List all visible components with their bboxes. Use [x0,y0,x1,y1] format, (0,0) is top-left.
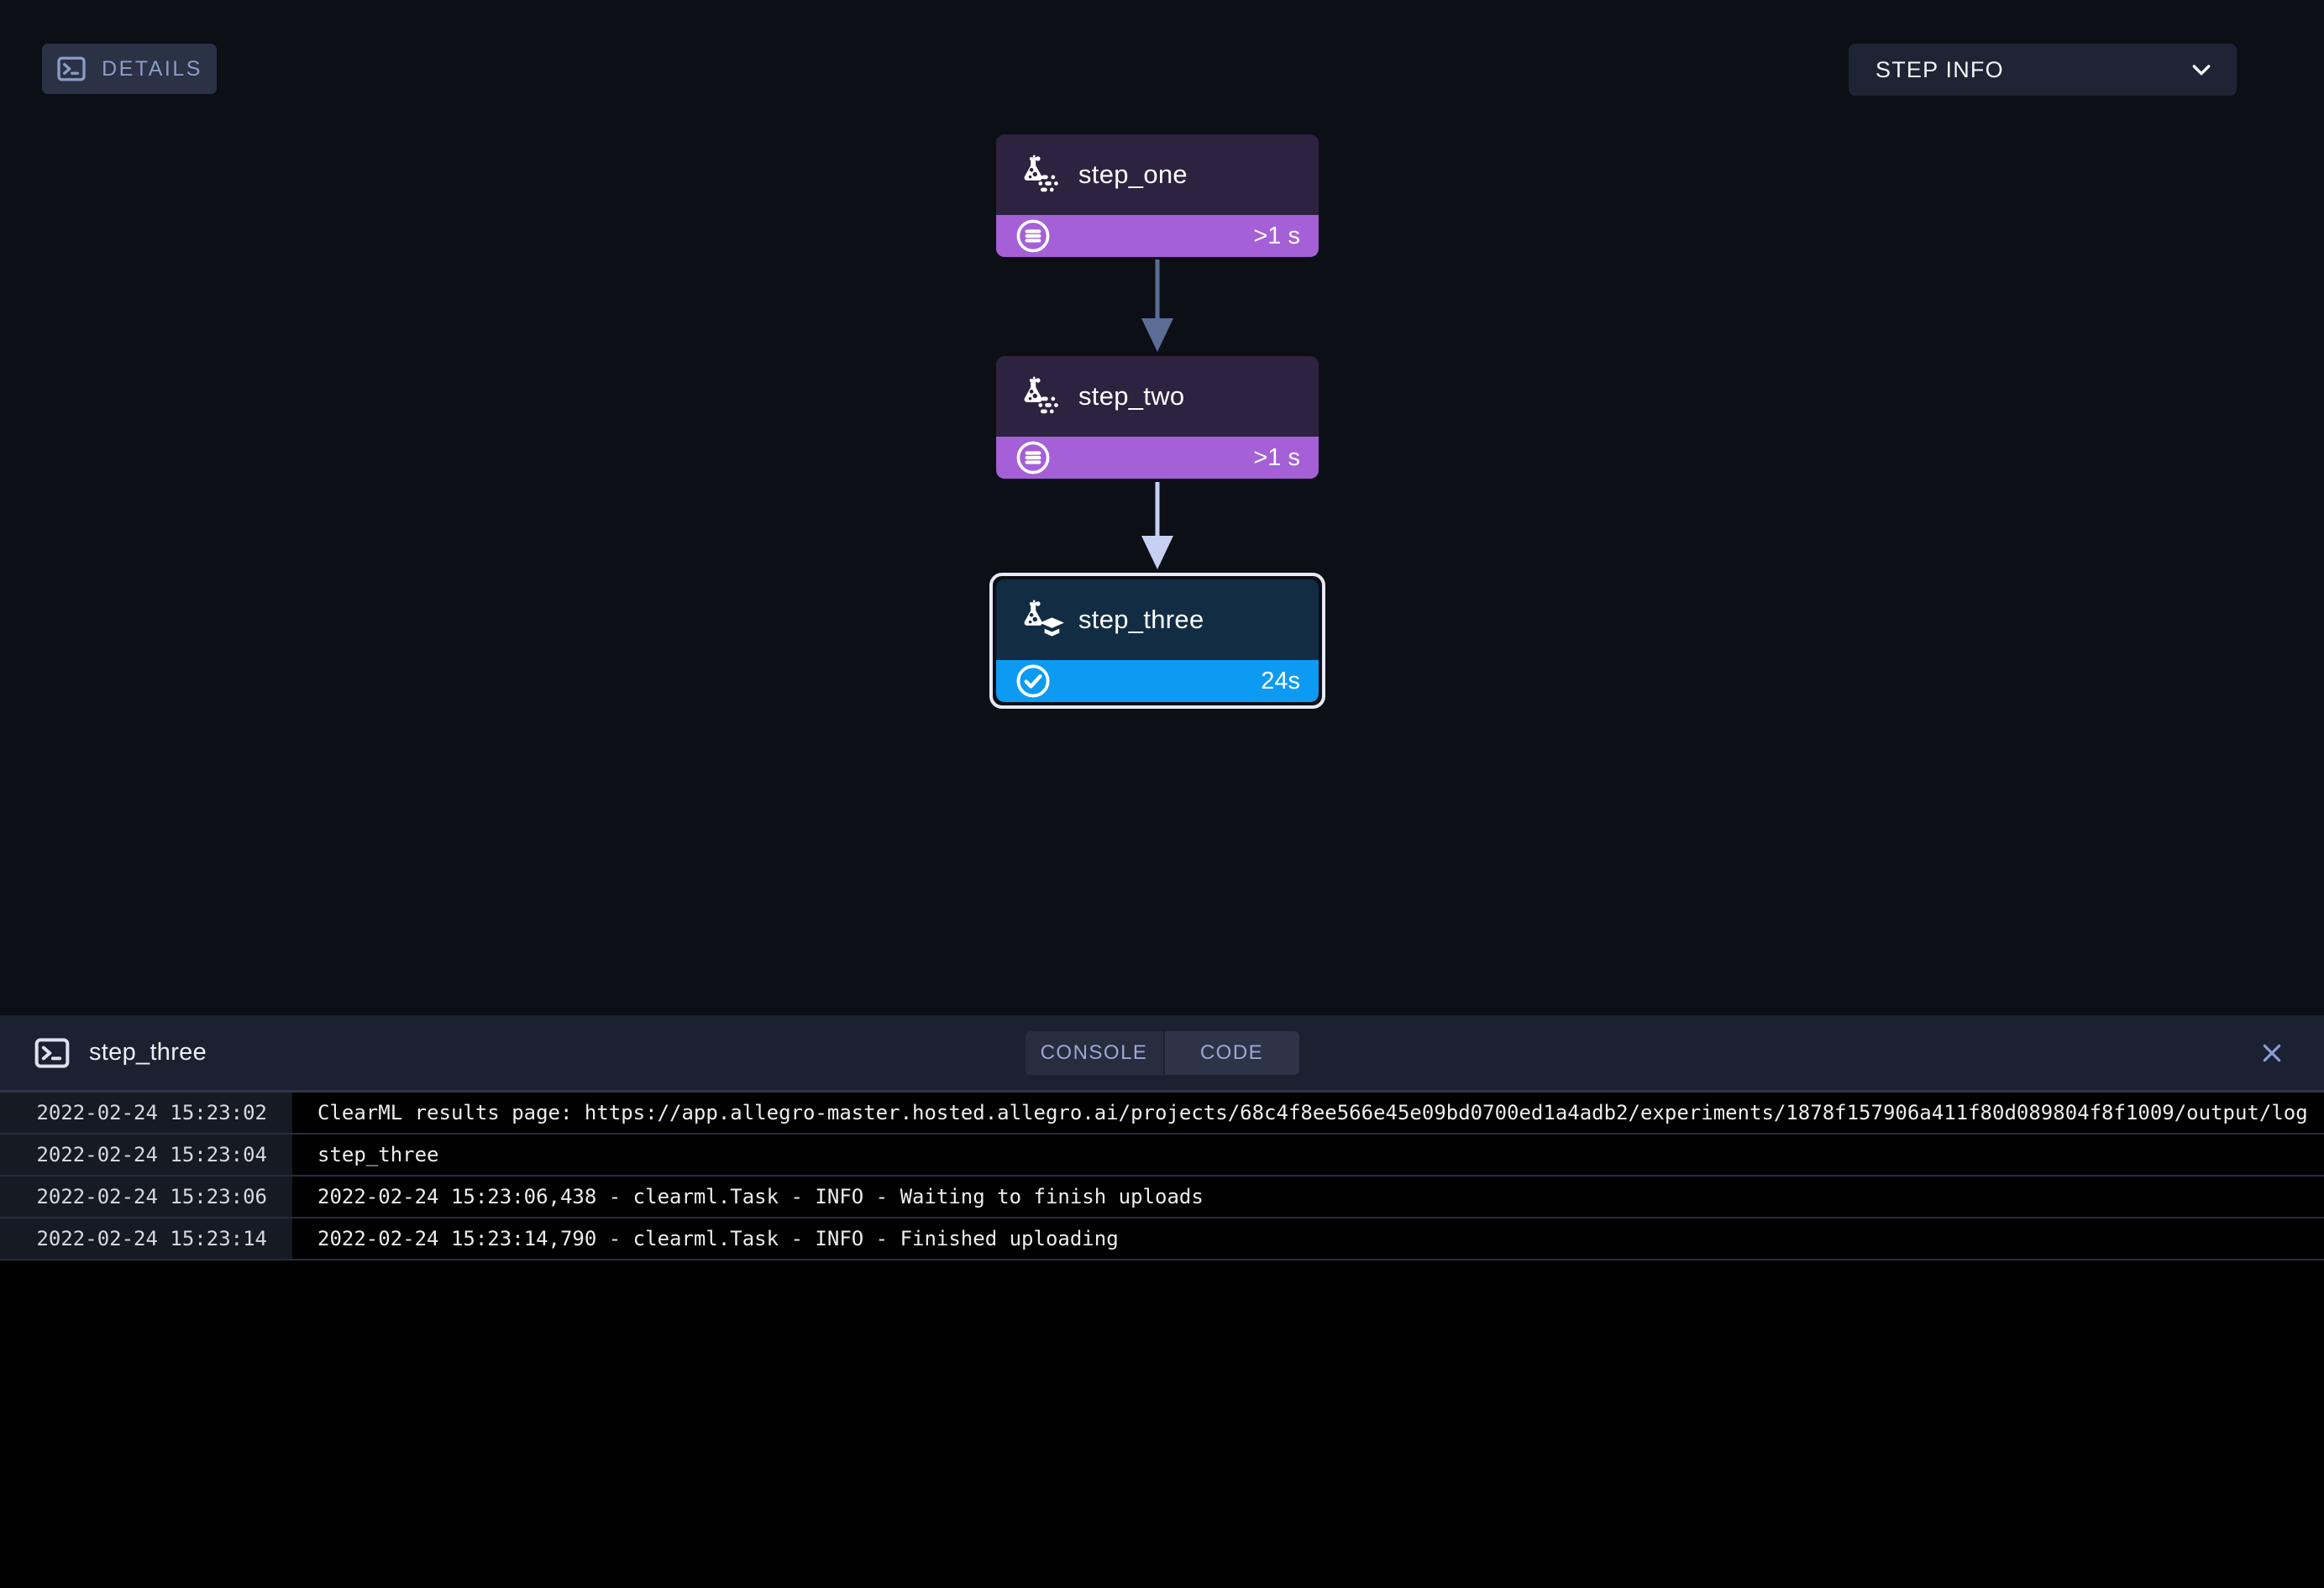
chevron-down-icon [2188,56,2215,83]
terminal-icon [56,54,87,84]
step-details-panel: step_three CONSOLE CODE 2022-02-24 15:23… [0,1015,2324,1588]
node-status-bar: >1 s [996,437,1319,479]
details-button-label: DETAILS [102,57,202,81]
tab-code[interactable]: CODE [1165,1031,1299,1075]
panel-title: step_three [89,1039,207,1067]
pipeline-page: DETAILS STEP INFO step_one [0,0,2324,1588]
experiment-flask-icon [1016,376,1065,417]
node-header: step_two [996,356,1319,437]
log-message: ClearML results page: https://app.allegr… [292,1093,2324,1133]
log-timestamp: 2022-02-24 15:23:06 [0,1177,292,1217]
node-duration: >1 s [1253,223,1300,250]
console-row: 2022-02-24 15:23:02 ClearML results page… [0,1093,2324,1135]
tab-console[interactable]: CONSOLE [1026,1031,1163,1075]
details-button[interactable]: DETAILS [42,44,217,94]
queued-status-icon [1015,217,1052,254]
log-message: 2022-02-24 15:23:06,438 - clearml.Task -… [292,1177,2324,1217]
node-duration: >1 s [1253,444,1300,472]
step-info-dropdown[interactable]: STEP INFO [1849,44,2237,96]
pipeline-node-step-one[interactable]: step_one >1 s [996,134,1319,257]
queued-status-icon [1015,439,1052,476]
terminal-icon [34,1035,71,1072]
close-icon [2258,1039,2285,1067]
console-row: 2022-02-24 15:23:14 2022-02-24 15:23:14,… [0,1219,2324,1260]
node-status-bar: >1 s [996,215,1319,257]
edge-arrow-two-three [1139,482,1176,571]
edge-arrow-one-two [1139,259,1176,354]
node-status-bar: 24s [996,660,1319,702]
node-label: step_one [1078,160,1188,190]
log-timestamp: 2022-02-24 15:23:04 [0,1135,292,1175]
log-message: 2022-02-24 15:23:14,790 - clearml.Task -… [292,1219,2324,1259]
close-panel-button[interactable] [2253,1035,2290,1072]
panel-header: step_three CONSOLE CODE [0,1015,2324,1093]
step-info-label: STEP INFO [1875,57,2004,83]
experiment-flask-icon [1016,155,1065,195]
node-label: step_three [1078,605,1204,635]
completed-check-icon [1015,663,1052,700]
pipeline-node-step-two[interactable]: step_two >1 s [996,356,1319,479]
node-header: step_one [996,134,1319,215]
console-log[interactable]: 2022-02-24 15:23:02 ClearML results page… [0,1093,2324,1260]
log-message: step_three [292,1135,2324,1175]
log-timestamp: 2022-02-24 15:23:02 [0,1093,292,1133]
console-row: 2022-02-24 15:23:06 2022-02-24 15:23:06,… [0,1177,2324,1219]
node-duration: 24s [1261,668,1300,695]
node-label: step_two [1078,381,1184,411]
pipeline-node-step-three[interactable]: step_three 24s [989,573,1325,709]
node-header: step_three [996,579,1319,660]
console-row: 2022-02-24 15:23:04 step_three [0,1135,2324,1177]
panel-tabs: CONSOLE CODE [1026,1031,1299,1075]
log-timestamp: 2022-02-24 15:23:14 [0,1219,292,1259]
experiment-flask-cap-icon [1016,600,1065,640]
